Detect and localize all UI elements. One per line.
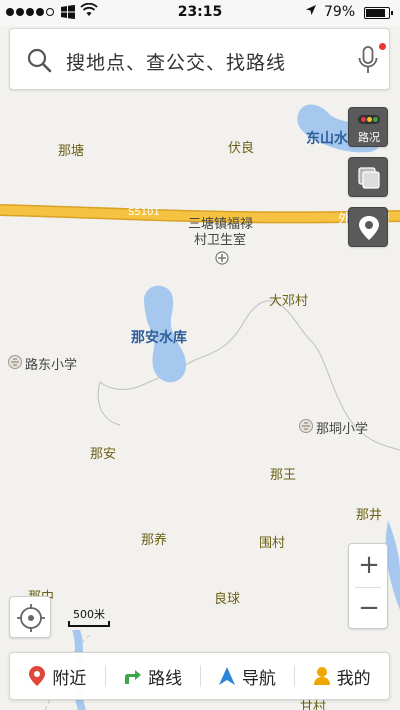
- place-clinic-line2[interactable]: 村卫生室: [194, 229, 246, 248]
- microphone-icon[interactable]: [356, 45, 380, 75]
- navigation-arrow-icon: [218, 667, 235, 685]
- map-drawing: [0, 104, 400, 710]
- bottom-nav: 附近 路线 导航 我的: [9, 652, 390, 700]
- scale-bar: 500米: [68, 606, 110, 627]
- road-label-s5101: S5101: [128, 207, 160, 218]
- location-arrow-icon: [305, 4, 317, 20]
- zoom-in-button[interactable]: +: [349, 544, 389, 587]
- map-canvas[interactable]: S5101 外环高速 那塘 伏良 东山水库 三塘镇福禄 村卫生室 大邓村 那安水…: [0, 90, 400, 710]
- locate-me-button[interactable]: [9, 596, 51, 638]
- place-ludong-school[interactable]: 路东小学: [25, 354, 77, 373]
- street-view-pin-icon: [359, 216, 379, 240]
- place-nayang[interactable]: 那养: [141, 529, 167, 548]
- place-liangqiu[interactable]: 良球: [214, 588, 240, 607]
- place-naan-reservoir[interactable]: 那安水库: [131, 327, 187, 347]
- search-input[interactable]: 搜地点、查公交、找路线: [66, 48, 286, 75]
- place-fuliang[interactable]: 伏良: [228, 137, 254, 156]
- nav-nearby-label: 附近: [52, 668, 87, 689]
- nav-navigation[interactable]: 导航: [199, 653, 295, 699]
- traffic-toggle-button[interactable]: 路况: [348, 107, 388, 147]
- place-natang[interactable]: 那塘: [58, 140, 84, 159]
- place-nawang[interactable]: 那王: [270, 464, 296, 483]
- zoom-control: + −: [348, 543, 388, 629]
- search-bar[interactable]: 搜地点、查公交、找路线: [9, 28, 390, 90]
- place-weicun[interactable]: 围村: [259, 532, 285, 551]
- nav-route[interactable]: 路线: [104, 653, 200, 699]
- nearby-pin-icon: [29, 666, 46, 686]
- notification-dot: [379, 43, 386, 50]
- status-bar: 23:15 79%: [0, 0, 400, 26]
- nav-mine-label: 我的: [336, 668, 371, 689]
- street-view-button[interactable]: [348, 207, 388, 247]
- battery-icon: [364, 7, 393, 19]
- battery-percent: 79%: [324, 4, 356, 20]
- route-arrow-icon: [125, 670, 142, 684]
- layers-button[interactable]: [348, 157, 388, 197]
- traffic-light-icon: [358, 115, 380, 124]
- user-icon: [313, 667, 330, 685]
- scale-line: [68, 621, 110, 627]
- nav-nearby[interactable]: 附近: [10, 653, 105, 699]
- place-natong-school[interactable]: 那垌小学: [316, 418, 368, 437]
- place-dadeng[interactable]: 大邓村: [269, 290, 308, 309]
- scale-label: 500米: [73, 608, 105, 621]
- nav-navigation-label: 导航: [241, 668, 276, 689]
- zoom-out-button[interactable]: −: [349, 587, 389, 630]
- nav-route-label: 路线: [148, 668, 183, 689]
- crosshair-icon: [17, 604, 45, 632]
- traffic-label: 路况: [358, 131, 380, 144]
- place-najing[interactable]: 那井: [356, 504, 382, 523]
- place-naan[interactable]: 那安: [90, 443, 116, 462]
- nav-mine[interactable]: 我的: [294, 653, 389, 699]
- search-icon: [27, 48, 52, 73]
- layers-icon: [358, 167, 380, 189]
